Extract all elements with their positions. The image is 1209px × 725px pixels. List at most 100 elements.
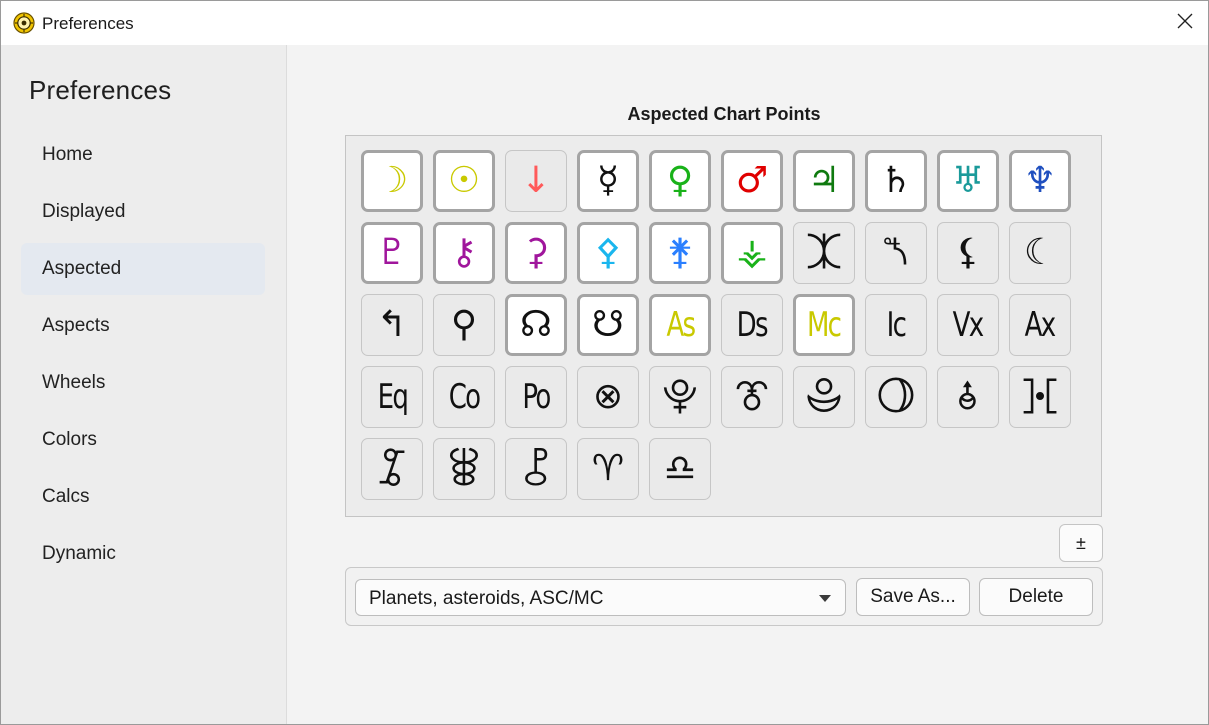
preset-dropdown[interactable]: Planets, asteroids, ASC/MC xyxy=(355,579,846,616)
point-41-icon: ⯙ xyxy=(378,448,406,489)
point-toggle-juno[interactable]: ⚵ xyxy=(649,222,711,284)
point-toggle-point-38[interactable]: ⯖ xyxy=(865,366,927,428)
point-toggle-point-35[interactable]: ⯓ xyxy=(649,366,711,428)
toggle-all-button[interactable]: ± xyxy=(1059,524,1103,562)
point-toggle-anti-vertex[interactable]: Ax xyxy=(1009,294,1071,356)
sidebar-item-displayed[interactable]: Displayed xyxy=(21,186,265,238)
chevron-down-icon xyxy=(819,595,831,602)
point-toggle-north-node[interactable]: ☊ xyxy=(505,294,567,356)
neptune-icon: ♆ xyxy=(1023,160,1057,201)
point-36-icon: ⯔ xyxy=(734,376,770,417)
save-as-button[interactable]: Save As... xyxy=(856,578,970,616)
pallas-icon: ⚴ xyxy=(594,232,622,273)
sidebar-heading: Preferences xyxy=(29,75,172,105)
close-icon xyxy=(1177,13,1193,34)
preset-selected-value: Planets, asteroids, ASC/MC xyxy=(369,588,604,609)
point-toggle-polar-ascendant[interactable]: Po xyxy=(505,366,567,428)
vesta-icon: ⚶ xyxy=(736,232,768,273)
point-toggle-venus[interactable]: ♀ xyxy=(649,150,711,212)
point-toggle-point-36[interactable]: ⯔ xyxy=(721,366,783,428)
mars-icon: ♂ xyxy=(735,160,769,201)
polar-ascendant-icon: Po xyxy=(522,377,551,417)
point-38-icon: ⯖ xyxy=(876,376,916,417)
point-toggle-aries-point[interactable]: ♈ xyxy=(577,438,639,500)
sidebar-item-dynamic[interactable]: Dynamic xyxy=(21,528,265,580)
uranus-icon: ♅ xyxy=(951,160,985,201)
point-toggle-point-41[interactable]: ⯙ xyxy=(361,438,423,500)
point-toggle-midheaven[interactable]: Mc xyxy=(793,294,855,356)
point-toggle-sedna[interactable]: ⯲ xyxy=(865,222,927,284)
north-node-icon: ☊ xyxy=(520,304,552,345)
point-43-icon: ⯛ xyxy=(523,448,549,489)
section-title: Aspected Chart Points xyxy=(627,104,821,124)
point-toggle-vertex[interactable]: Vx xyxy=(937,294,999,356)
point-toggle-equatorial-ascendant[interactable]: Eq xyxy=(361,366,423,428)
delete-button[interactable]: Delete xyxy=(979,578,1093,616)
point-39-icon: ⯗ xyxy=(957,376,979,417)
mercury-icon: ☿ xyxy=(596,160,620,201)
close-button[interactable] xyxy=(1162,1,1208,45)
south-node-icon: ☋ xyxy=(592,304,624,345)
window-title: Preferences xyxy=(42,14,134,33)
sidebar-item-home[interactable]: Home xyxy=(21,129,265,181)
point-toggle-moon[interactable]: ☽ xyxy=(361,150,423,212)
ascendant-icon: As xyxy=(666,305,696,345)
point-toggle-mars[interactable]: ♂ xyxy=(721,150,783,212)
point-toggle-earth[interactable]: ↓ xyxy=(505,150,567,212)
point-toggle-point-40[interactable]: ⯘ xyxy=(1009,366,1071,428)
point-toggle-co-ascendant[interactable]: Co xyxy=(433,366,495,428)
point-42-icon: ⯚ xyxy=(448,448,480,489)
point-toggle-part-of-fortune[interactable]: ⊗ xyxy=(577,366,639,428)
point-toggle-imum-coeli[interactable]: Ic xyxy=(865,294,927,356)
saturn-icon: ♄ xyxy=(879,160,913,201)
anti-vertex-icon: Ax xyxy=(1025,305,1056,345)
point-toggle-ascendant[interactable]: As xyxy=(649,294,711,356)
white-moon-icon: ☾ xyxy=(1023,232,1057,273)
point-toggle-point-42[interactable]: ⯚ xyxy=(433,438,495,500)
sidebar-item-wheels[interactable]: Wheels xyxy=(21,357,265,409)
venus-icon: ♀ xyxy=(666,160,694,201)
point-toggle-libra-point[interactable]: ♎ xyxy=(649,438,711,500)
earth-icon: ↓ xyxy=(520,160,552,201)
black-moon-lilith-icon: ⚸ xyxy=(954,232,982,273)
point-toggle-white-moon[interactable]: ☾ xyxy=(1009,222,1071,284)
point-toggle-point-22[interactable]: ⚲ xyxy=(433,294,495,356)
point-toggle-pallas[interactable]: ⚴ xyxy=(577,222,639,284)
point-toggle-eris[interactable]: ⯰ xyxy=(793,222,855,284)
point-toggle-descendant[interactable]: Ds xyxy=(721,294,783,356)
point-toggle-south-node[interactable]: ☋ xyxy=(577,294,639,356)
point-toggle-point-21[interactable]: ↰ xyxy=(361,294,423,356)
point-toggle-jupiter[interactable]: ♃ xyxy=(793,150,855,212)
point-toggle-point-37[interactable]: ⯕ xyxy=(793,366,855,428)
point-21-icon: ↰ xyxy=(376,304,408,345)
point-toggle-vesta[interactable]: ⚶ xyxy=(721,222,783,284)
sidebar-item-aspected[interactable]: Aspected xyxy=(21,243,265,295)
equatorial-ascendant-icon: Eq xyxy=(377,377,408,417)
point-toggle-ceres[interactable]: ⚳ xyxy=(505,222,567,284)
point-toggle-point-39[interactable]: ⯗ xyxy=(937,366,999,428)
sidebar-item-colors[interactable]: Colors xyxy=(21,414,265,466)
moon-icon: ☽ xyxy=(375,160,409,201)
sidebar-item-calcs[interactable]: Calcs xyxy=(21,471,265,523)
point-toggle-mercury[interactable]: ☿ xyxy=(577,150,639,212)
descendant-icon: Ds xyxy=(736,305,769,345)
title-bar: Preferences xyxy=(1,1,1208,45)
sidebar-item-aspects[interactable]: Aspects xyxy=(21,300,265,352)
point-toggle-saturn[interactable]: ♄ xyxy=(865,150,927,212)
point-toggle-black-moon-lilith[interactable]: ⚸ xyxy=(937,222,999,284)
ceres-icon: ⚳ xyxy=(522,232,550,273)
point-toggle-pluto[interactable]: ♇ xyxy=(361,222,423,284)
point-37-icon: ⯕ xyxy=(805,376,843,417)
point-toggle-point-43[interactable]: ⯛ xyxy=(505,438,567,500)
imum-coeli-icon: Ic xyxy=(886,305,907,345)
point-22-icon: ⚲ xyxy=(450,304,478,345)
point-toggle-neptune[interactable]: ♆ xyxy=(1009,150,1071,212)
point-toggle-chiron[interactable]: ⚷ xyxy=(433,222,495,284)
point-40-icon: ⯘ xyxy=(1021,376,1059,417)
sun-gear-icon xyxy=(13,12,35,34)
chiron-icon: ⚷ xyxy=(450,232,478,273)
part-of-fortune-icon: ⊗ xyxy=(592,376,624,417)
point-toggle-sun[interactable]: ☉ xyxy=(433,150,495,212)
eris-icon: ⯰ xyxy=(805,232,843,273)
point-toggle-uranus[interactable]: ♅ xyxy=(937,150,999,212)
